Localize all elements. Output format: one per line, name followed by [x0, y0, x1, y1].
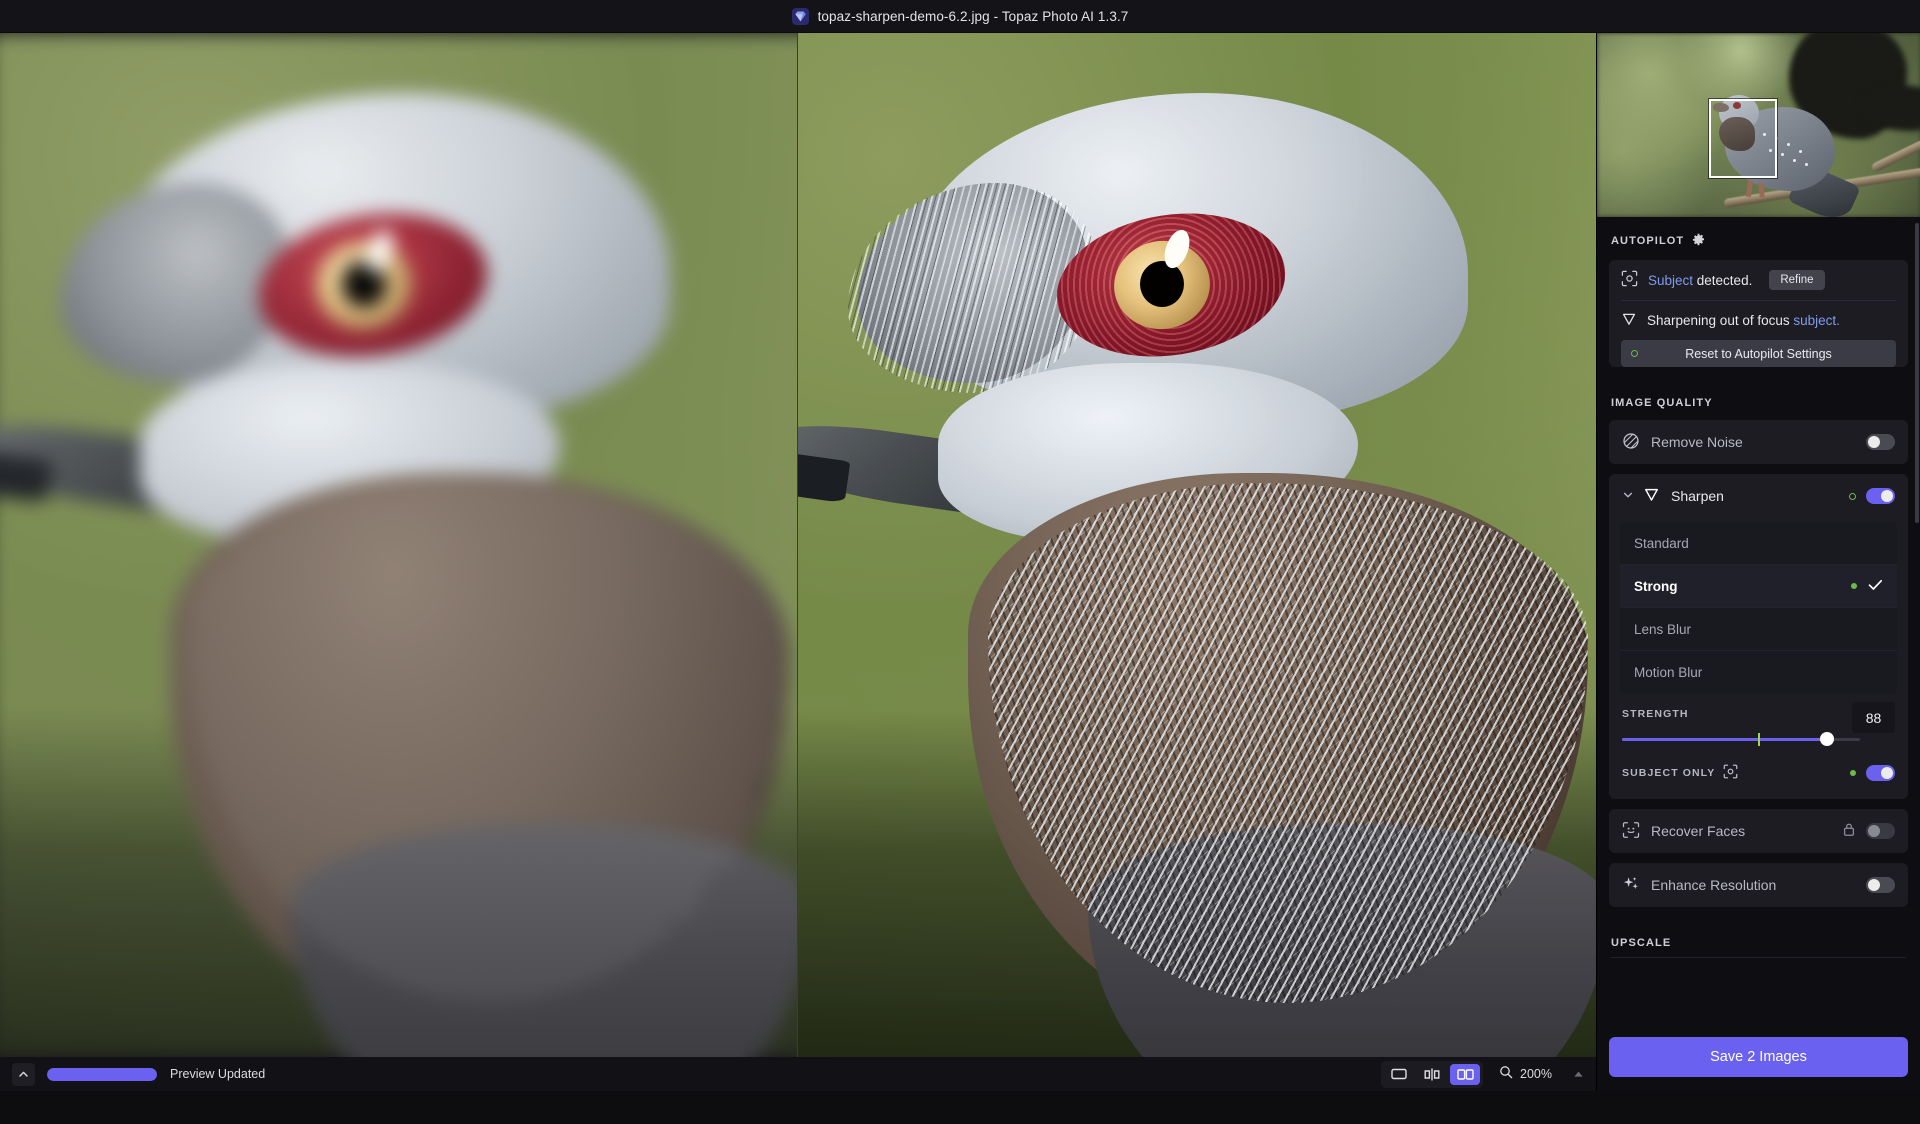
reset-autopilot-label: Reset to Autopilot Settings — [1685, 346, 1832, 361]
autopilot-indicator-dot-subject-only — [1850, 770, 1856, 776]
reset-autopilot-button[interactable]: Reset to Autopilot Settings — [1621, 340, 1896, 367]
sparkle-icon — [1622, 875, 1640, 896]
subject-detect-icon — [1621, 270, 1638, 290]
filter-card-sharpen: Sharpen Standard Strong Lens Blur Motion… — [1609, 474, 1908, 799]
strength-value-input[interactable]: 88 — [1852, 702, 1895, 733]
sharpen-note-prefix: Sharpening out of focus — [1647, 313, 1794, 328]
gear-icon[interactable] — [1692, 233, 1705, 249]
sharpen-model-label-lens-blur: Lens Blur — [1634, 621, 1692, 637]
toggle-enhance-resolution[interactable] — [1866, 877, 1895, 893]
side-by-side-icon[interactable] — [1450, 1063, 1480, 1085]
filter-label-sharpen: Sharpen — [1671, 488, 1724, 504]
zoom-value[interactable]: 200% — [1520, 1067, 1558, 1081]
strength-slider-block: STRENGTH 88 — [1609, 694, 1908, 752]
face-detect-icon — [1622, 821, 1640, 842]
status-text: Preview Updated — [170, 1067, 266, 1081]
sharpen-model-list[interactable]: Standard Strong Lens Blur Motion Blur — [1620, 522, 1897, 694]
lock-icon — [1842, 822, 1856, 840]
filter-row-enhance-resolution[interactable]: Enhance Resolution — [1609, 863, 1908, 907]
navigator-viewport-rect[interactable] — [1708, 99, 1777, 179]
preview-progress-bar — [47, 1067, 157, 1081]
sharpen-model-strong[interactable]: Strong — [1620, 565, 1897, 608]
subject-only-label: SUBJECT ONLY — [1622, 767, 1716, 779]
chevron-down-icon[interactable] — [1622, 488, 1634, 504]
upscale-section-label: UPSCALE — [1611, 937, 1672, 949]
topaz-diamond-icon — [791, 7, 809, 25]
strength-label: STRENGTH — [1622, 708, 1689, 720]
caret-up-icon[interactable] — [1573, 1065, 1584, 1083]
sharpening-note-row: Sharpening out of focus subject. — [1609, 301, 1908, 340]
preview-progress-fill — [47, 1067, 157, 1081]
autopilot-card: Subject detected. Refine Sharpening out … — [1609, 260, 1908, 367]
check-icon — [1868, 579, 1883, 594]
strength-slider-thumb[interactable] — [1819, 732, 1834, 746]
subject-detect-icon — [1723, 764, 1738, 782]
strength-slider-fill — [1622, 738, 1827, 741]
image-canvas-area[interactable]: Preview Updated 200% — [0, 33, 1596, 1091]
filter-card-recover-faces: Recover Faces — [1609, 809, 1908, 853]
image-navigator[interactable] — [1597, 33, 1920, 217]
autopilot-section-label: AUTOPILOT — [1611, 235, 1685, 247]
filter-row-sharpen[interactable]: Sharpen — [1609, 474, 1908, 518]
split-pane-icon[interactable] — [1417, 1064, 1447, 1085]
sharpening-note-text: Sharpening out of focus subject. — [1647, 313, 1840, 328]
sharpen-model-motion-blur[interactable]: Motion Blur — [1620, 651, 1897, 694]
filter-label-enhance-resolution: Enhance Resolution — [1651, 877, 1777, 893]
window-title: topaz-sharpen-demo-6.2.jpg - Topaz Photo… — [817, 8, 1129, 24]
toggle-sharpen[interactable] — [1866, 488, 1895, 504]
sharpen-triangle-icon — [1643, 486, 1660, 506]
autopilot-indicator-dot-strong — [1851, 583, 1857, 589]
single-pane-icon[interactable] — [1384, 1064, 1414, 1085]
subject-detected-row: Subject detected. Refine — [1609, 260, 1908, 300]
toggle-remove-noise[interactable] — [1866, 434, 1895, 450]
subject-only-row: SUBJECT ONLY — [1609, 752, 1908, 795]
view-mode-group[interactable] — [1381, 1060, 1483, 1088]
magnifier-icon[interactable] — [1499, 1065, 1513, 1084]
zoom-control[interactable]: 200% — [1499, 1065, 1584, 1084]
strength-slider[interactable] — [1622, 732, 1860, 746]
toggle-recover-faces[interactable] — [1866, 823, 1895, 839]
pane-divider[interactable] — [797, 33, 798, 1057]
settings-panel: AUTOPILOT Subject detected. Refine Sharp… — [1596, 33, 1920, 1091]
status-bar: Preview Updated 200% — [0, 1057, 1596, 1091]
image-quality-section-header: IMAGE QUALITY — [1609, 379, 1908, 420]
autopilot-indicator-dot — [1631, 350, 1638, 357]
image-quality-section-label: IMAGE QUALITY — [1611, 397, 1713, 409]
save-bar: Save 2 Images — [1597, 1027, 1920, 1091]
sharpen-note-link[interactable]: subject. — [1793, 313, 1840, 328]
refine-button[interactable]: Refine — [1769, 270, 1825, 290]
image-pane-original[interactable] — [0, 33, 797, 1057]
original-photo — [0, 33, 797, 1057]
autopilot-section-header: AUTOPILOT — [1609, 217, 1908, 260]
strength-autopilot-tick — [1757, 733, 1760, 746]
filter-card-enhance-resolution: Enhance Resolution — [1609, 863, 1908, 907]
window-title-bar: topaz-sharpen-demo-6.2.jpg - Topaz Photo… — [0, 0, 1920, 33]
filter-label-remove-noise: Remove Noise — [1651, 434, 1743, 450]
image-pane-processed[interactable] — [798, 33, 1596, 1057]
upscale-divider — [1611, 957, 1906, 958]
processed-photo — [798, 33, 1596, 1057]
sharpen-model-label-standard: Standard — [1634, 535, 1689, 551]
sharpen-model-label-motion-blur: Motion Blur — [1634, 665, 1703, 680]
settings-scroll-container: AUTOPILOT Subject detected. Refine Sharp… — [1597, 217, 1920, 1027]
subject-detected-text: Subject detected. — [1648, 273, 1752, 288]
filter-row-recover-faces[interactable]: Recover Faces — [1609, 809, 1908, 853]
filter-card-remove-noise: Remove Noise — [1609, 420, 1908, 464]
subject-link[interactable]: Subject — [1648, 273, 1693, 288]
filter-row-remove-noise[interactable]: Remove Noise — [1609, 420, 1908, 464]
toggle-subject-only[interactable] — [1866, 765, 1895, 781]
save-images-button[interactable]: Save 2 Images — [1609, 1037, 1908, 1077]
chevron-up-icon[interactable] — [12, 1062, 35, 1086]
sharpen-model-standard[interactable]: Standard — [1620, 522, 1897, 565]
sharpen-model-label-strong: Strong — [1634, 578, 1678, 594]
filter-label-recover-faces: Recover Faces — [1651, 823, 1746, 839]
upscale-section-header: UPSCALE — [1609, 917, 1908, 957]
sharpen-triangle-icon — [1621, 311, 1637, 330]
noise-circle-icon — [1622, 432, 1640, 453]
autopilot-indicator-dot-sharpen — [1849, 492, 1856, 500]
sharpen-model-lens-blur[interactable]: Lens Blur — [1620, 608, 1897, 651]
subject-status-text: detected. — [1693, 272, 1753, 288]
